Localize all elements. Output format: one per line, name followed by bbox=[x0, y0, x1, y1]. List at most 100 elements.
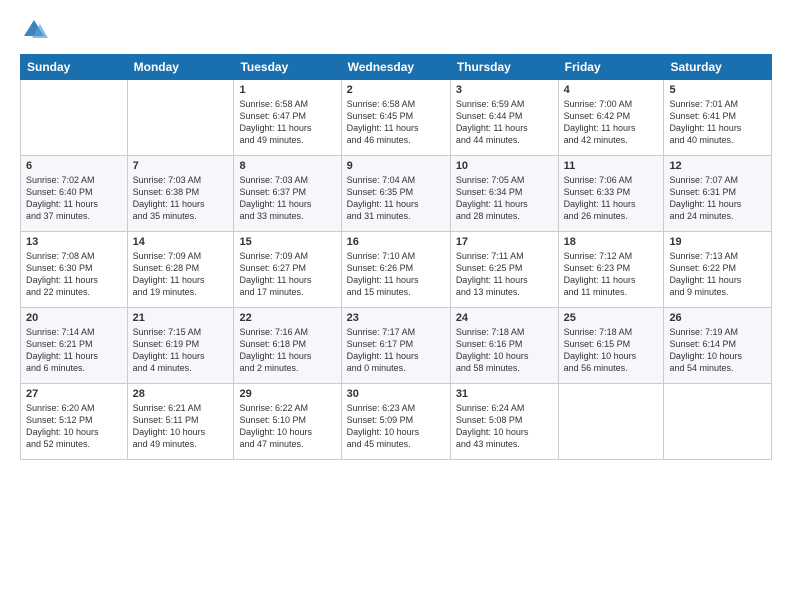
day-number: 25 bbox=[564, 312, 659, 324]
calendar-cell: 23 Sunrise: 7:17 AM Sunset: 6:17 PM Dayli… bbox=[341, 308, 450, 384]
cell-content: Sunrise: 7:15 AM Sunset: 6:19 PM Dayligh… bbox=[133, 327, 205, 373]
weekday-header: Monday bbox=[127, 55, 234, 80]
weekday-header: Thursday bbox=[450, 55, 558, 80]
calendar-cell: 20 Sunrise: 7:14 AM Sunset: 6:21 PM Dayli… bbox=[21, 308, 128, 384]
cell-content: Sunrise: 7:07 AM Sunset: 6:31 PM Dayligh… bbox=[669, 175, 741, 221]
cell-content: Sunrise: 6:24 AM Sunset: 5:08 PM Dayligh… bbox=[456, 403, 529, 449]
day-number: 20 bbox=[26, 312, 122, 324]
day-number: 8 bbox=[239, 160, 335, 172]
day-number: 19 bbox=[669, 236, 766, 248]
cell-content: Sunrise: 6:21 AM Sunset: 5:11 PM Dayligh… bbox=[133, 403, 206, 449]
calendar-cell: 5 Sunrise: 7:01 AM Sunset: 6:41 PM Daylig… bbox=[664, 80, 772, 156]
cell-content: Sunrise: 6:22 AM Sunset: 5:10 PM Dayligh… bbox=[239, 403, 312, 449]
day-number: 30 bbox=[347, 388, 445, 400]
logo bbox=[20, 16, 52, 44]
day-number: 7 bbox=[133, 160, 229, 172]
calendar-cell: 31 Sunrise: 6:24 AM Sunset: 5:08 PM Dayli… bbox=[450, 384, 558, 460]
cell-content: Sunrise: 7:19 AM Sunset: 6:14 PM Dayligh… bbox=[669, 327, 742, 373]
cell-content: Sunrise: 7:03 AM Sunset: 6:38 PM Dayligh… bbox=[133, 175, 205, 221]
calendar-cell: 21 Sunrise: 7:15 AM Sunset: 6:19 PM Dayli… bbox=[127, 308, 234, 384]
day-number: 31 bbox=[456, 388, 553, 400]
day-number: 5 bbox=[669, 84, 766, 96]
cell-content: Sunrise: 7:01 AM Sunset: 6:41 PM Dayligh… bbox=[669, 99, 741, 145]
cell-content: Sunrise: 7:03 AM Sunset: 6:37 PM Dayligh… bbox=[239, 175, 311, 221]
calendar-cell: 7 Sunrise: 7:03 AM Sunset: 6:38 PM Daylig… bbox=[127, 156, 234, 232]
day-number: 2 bbox=[347, 84, 445, 96]
calendar-cell: 30 Sunrise: 6:23 AM Sunset: 5:09 PM Dayli… bbox=[341, 384, 450, 460]
calendar-cell: 16 Sunrise: 7:10 AM Sunset: 6:26 PM Dayli… bbox=[341, 232, 450, 308]
day-number: 27 bbox=[26, 388, 122, 400]
day-number: 4 bbox=[564, 84, 659, 96]
calendar-cell: 3 Sunrise: 6:59 AM Sunset: 6:44 PM Daylig… bbox=[450, 80, 558, 156]
cell-content: Sunrise: 7:04 AM Sunset: 6:35 PM Dayligh… bbox=[347, 175, 419, 221]
calendar-cell: 14Sunrise: 7:09 AM Sunset: 6:28 PM Dayli… bbox=[127, 232, 234, 308]
calendar-week-row: 13 Sunrise: 7:08 AM Sunset: 6:30 PM Dayli… bbox=[21, 232, 772, 308]
cell-content: Sunrise: 7:18 AM Sunset: 6:16 PM Dayligh… bbox=[456, 327, 529, 373]
day-number: 14 bbox=[133, 236, 229, 248]
header bbox=[20, 16, 772, 44]
day-number: 3 bbox=[456, 84, 553, 96]
logo-icon bbox=[20, 16, 48, 44]
calendar-week-row: 20 Sunrise: 7:14 AM Sunset: 6:21 PM Dayli… bbox=[21, 308, 772, 384]
day-number: 24 bbox=[456, 312, 553, 324]
day-number: 1 bbox=[239, 84, 335, 96]
cell-content: Sunrise: 7:13 AM Sunset: 6:22 PM Dayligh… bbox=[669, 251, 741, 297]
day-number: 28 bbox=[133, 388, 229, 400]
day-number: 10 bbox=[456, 160, 553, 172]
day-number: 9 bbox=[347, 160, 445, 172]
cell-content: Sunrise: 7:09 AM Sunset: 6:27 PM Dayligh… bbox=[239, 251, 311, 297]
cell-content: Sunrise: 7:17 AM Sunset: 6:17 PM Dayligh… bbox=[347, 327, 419, 373]
weekday-header: Wednesday bbox=[341, 55, 450, 80]
day-number: 16 bbox=[347, 236, 445, 248]
cell-content: Sunrise: 7:05 AM Sunset: 6:34 PM Dayligh… bbox=[456, 175, 528, 221]
day-number: 18 bbox=[564, 236, 659, 248]
calendar-cell: 15 Sunrise: 7:09 AM Sunset: 6:27 PM Dayli… bbox=[234, 232, 341, 308]
day-number: 23 bbox=[347, 312, 445, 324]
cell-content: Sunrise: 6:58 AM Sunset: 6:47 PM Dayligh… bbox=[239, 99, 311, 145]
cell-content: Sunrise: 7:08 AM Sunset: 6:30 PM Dayligh… bbox=[26, 251, 98, 297]
day-number: 15 bbox=[239, 236, 335, 248]
cell-content: Sunrise: 6:59 AM Sunset: 6:44 PM Dayligh… bbox=[456, 99, 528, 145]
calendar-cell: 8 Sunrise: 7:03 AM Sunset: 6:37 PM Daylig… bbox=[234, 156, 341, 232]
calendar-cell: 29 Sunrise: 6:22 AM Sunset: 5:10 PM Dayli… bbox=[234, 384, 341, 460]
calendar-cell bbox=[664, 384, 772, 460]
day-number: 22 bbox=[239, 312, 335, 324]
day-number: 29 bbox=[239, 388, 335, 400]
calendar-cell bbox=[21, 80, 128, 156]
calendar-cell: 22 Sunrise: 7:16 AM Sunset: 6:18 PM Dayli… bbox=[234, 308, 341, 384]
calendar-cell: 13 Sunrise: 7:08 AM Sunset: 6:30 PM Dayli… bbox=[21, 232, 128, 308]
calendar-cell: 28 Sunrise: 6:21 AM Sunset: 5:11 PM Dayli… bbox=[127, 384, 234, 460]
cell-content: Sunrise: 7:18 AM Sunset: 6:15 PM Dayligh… bbox=[564, 327, 637, 373]
calendar-cell: 11Sunrise: 7:06 AM Sunset: 6:33 PM Dayli… bbox=[558, 156, 664, 232]
calendar-cell: 18 Sunrise: 7:12 AM Sunset: 6:23 PM Dayli… bbox=[558, 232, 664, 308]
cell-content: Sunrise: 6:23 AM Sunset: 5:09 PM Dayligh… bbox=[347, 403, 420, 449]
cell-content: Sunrise: 7:16 AM Sunset: 6:18 PM Dayligh… bbox=[239, 327, 311, 373]
cell-content: Sunrise: 7:02 AM Sunset: 6:40 PM Dayligh… bbox=[26, 175, 98, 221]
calendar-week-row: 6 Sunrise: 7:02 AM Sunset: 6:40 PM Daylig… bbox=[21, 156, 772, 232]
calendar-cell: 1 Sunrise: 6:58 AM Sunset: 6:47 PM Daylig… bbox=[234, 80, 341, 156]
day-number: 13 bbox=[26, 236, 122, 248]
cell-content: Sunrise: 6:58 AM Sunset: 6:45 PM Dayligh… bbox=[347, 99, 419, 145]
calendar-cell: 4Sunrise: 7:00 AM Sunset: 6:42 PM Daylig… bbox=[558, 80, 664, 156]
page: SundayMondayTuesdayWednesdayThursdayFrid… bbox=[0, 0, 792, 612]
calendar-cell: 24 Sunrise: 7:18 AM Sunset: 6:16 PM Dayli… bbox=[450, 308, 558, 384]
cell-content: Sunrise: 6:20 AM Sunset: 5:12 PM Dayligh… bbox=[26, 403, 99, 449]
weekday-header: Saturday bbox=[664, 55, 772, 80]
calendar-cell: 6 Sunrise: 7:02 AM Sunset: 6:40 PM Daylig… bbox=[21, 156, 128, 232]
day-number: 21 bbox=[133, 312, 229, 324]
weekday-header: Tuesday bbox=[234, 55, 341, 80]
calendar-cell: 17Sunrise: 7:11 AM Sunset: 6:25 PM Dayli… bbox=[450, 232, 558, 308]
cell-content: Sunrise: 7:14 AM Sunset: 6:21 PM Dayligh… bbox=[26, 327, 98, 373]
day-number: 26 bbox=[669, 312, 766, 324]
day-number: 6 bbox=[26, 160, 122, 172]
cell-content: Sunrise: 7:10 AM Sunset: 6:26 PM Dayligh… bbox=[347, 251, 419, 297]
cell-content: Sunrise: 7:12 AM Sunset: 6:23 PM Dayligh… bbox=[564, 251, 636, 297]
calendar-week-row: 27 Sunrise: 6:20 AM Sunset: 5:12 PM Dayli… bbox=[21, 384, 772, 460]
calendar-week-row: 1 Sunrise: 6:58 AM Sunset: 6:47 PM Daylig… bbox=[21, 80, 772, 156]
calendar-cell: 10 Sunrise: 7:05 AM Sunset: 6:34 PM Dayli… bbox=[450, 156, 558, 232]
calendar-cell bbox=[127, 80, 234, 156]
calendar-cell: 9 Sunrise: 7:04 AM Sunset: 6:35 PM Daylig… bbox=[341, 156, 450, 232]
day-number: 12 bbox=[669, 160, 766, 172]
calendar-cell: 26 Sunrise: 7:19 AM Sunset: 6:14 PM Dayli… bbox=[664, 308, 772, 384]
day-number: 11 bbox=[564, 160, 659, 172]
